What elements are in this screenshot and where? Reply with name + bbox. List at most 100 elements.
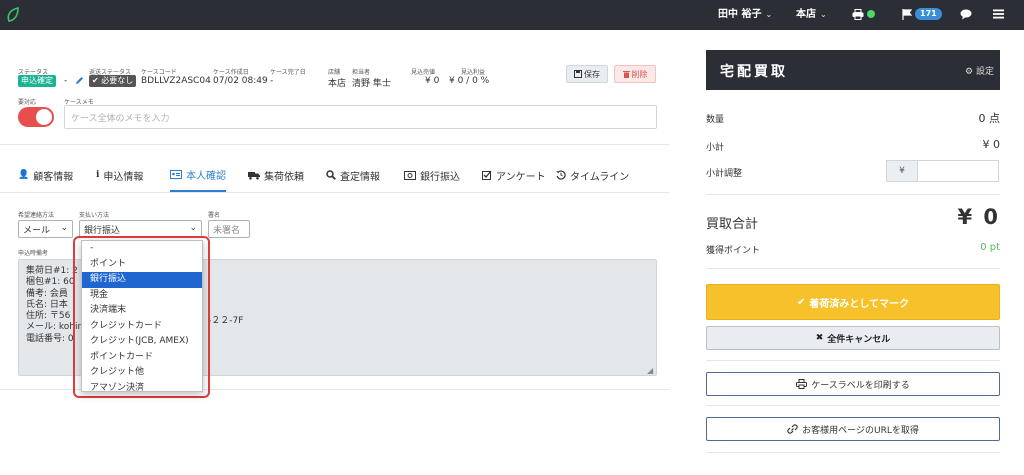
contact-status-badge[interactable]: ✔ 必要なし xyxy=(89,75,137,87)
id-card-icon xyxy=(170,169,182,179)
leaf-logo-icon[interactable] xyxy=(6,7,20,23)
payment-method-options: - ポイント 銀行振込 現金 決済端末 クレジットカード クレジット(JCB, … xyxy=(81,240,203,393)
tab-label: 顧客情報 xyxy=(33,171,74,183)
subtotal-label: 小計 xyxy=(706,143,725,153)
divider xyxy=(706,360,1000,361)
tab-bank-transfer[interactable]: 銀行振込 xyxy=(404,158,460,192)
option-points[interactable]: ポイント xyxy=(82,257,202,273)
status-separator: - xyxy=(64,76,68,86)
delete-button[interactable]: 削除 xyxy=(614,65,656,83)
tabs-divider xyxy=(0,192,669,193)
est-profit-label: 見込利益 xyxy=(461,69,486,76)
option-credit-other[interactable]: クレジット他 xyxy=(82,365,202,381)
get-customer-url-button[interactable]: お客様用ページのURLを取得 xyxy=(706,417,1000,441)
check-icon: ✔ xyxy=(92,76,99,85)
option-payment-terminal[interactable]: 決済端末 xyxy=(82,303,202,319)
est-sales-value: ¥ 0 xyxy=(425,76,440,86)
history-icon xyxy=(556,170,566,180)
status-badge[interactable]: 申込確定 xyxy=(18,75,56,87)
urgent-toggle[interactable] xyxy=(18,107,54,127)
notifications[interactable]: 171 xyxy=(902,8,942,22)
est-sales-label: 見込売値 xyxy=(411,69,436,76)
chat-button[interactable] xyxy=(960,8,972,22)
option-credit-jcb-amex[interactable]: クレジット(JCB, AMEX) xyxy=(82,334,202,350)
tab-label: タイムライン xyxy=(570,171,630,183)
tab-appraisal-info[interactable]: 査定情報 xyxy=(326,158,380,192)
notification-badge: 171 xyxy=(915,8,942,20)
tab-application-info[interactable]: i 申込情報 xyxy=(96,158,143,192)
total-value: ¥ 0 xyxy=(957,205,1000,229)
toggle-knob xyxy=(36,109,52,125)
store-label: 店舗 xyxy=(328,69,341,76)
store-menu[interactable]: 本店 ⌄ xyxy=(796,8,827,22)
chat-icon xyxy=(960,9,972,19)
divider xyxy=(706,268,1000,269)
tab-label: 査定情報 xyxy=(340,171,380,183)
contact-method-value: メール xyxy=(23,226,51,236)
contact-method-label: 希望連絡方法 xyxy=(18,212,55,219)
resize-handle-icon[interactable]: ◢ xyxy=(647,366,653,375)
settings-label: 設定 xyxy=(975,67,994,77)
payment-method-value: 銀行振込 xyxy=(84,226,121,236)
tab-pickup-request[interactable]: 集荷依頼 xyxy=(248,158,304,192)
tab-bar: 👤 顧客情報 i 申込情報 本人確認 集荷依頼 査定情報 銀行振込 アンケート … xyxy=(10,158,669,192)
info-icon: i xyxy=(96,170,100,180)
contact-method-select[interactable]: メール ⌄ xyxy=(18,220,73,238)
case-code-value: BDLLVZ2ASC04 xyxy=(141,76,211,86)
status-dot xyxy=(867,10,875,18)
divider xyxy=(706,452,1000,453)
sign-status[interactable]: 未署名 xyxy=(208,220,250,238)
sign-label: 署名 xyxy=(208,212,221,219)
completed-value: - xyxy=(270,76,274,86)
close-icon: ✖ xyxy=(815,333,824,343)
adjust-label: 小計調整 xyxy=(706,169,743,179)
printer-icon xyxy=(852,8,864,20)
cancel-all-button[interactable]: ✖ 全件キャンセル xyxy=(706,326,1000,350)
case-memo-input[interactable] xyxy=(64,105,657,129)
floppy-disk-icon xyxy=(574,70,582,78)
option-amazon-pay[interactable]: アマゾン決済 xyxy=(82,381,202,397)
option-none[interactable]: - xyxy=(82,241,202,257)
printer-status[interactable] xyxy=(852,8,875,22)
option-bank-transfer[interactable]: 銀行振込 xyxy=(82,272,202,288)
divider xyxy=(706,405,1000,406)
total-label: 買取合計 xyxy=(706,217,759,232)
print-case-label-button[interactable]: ケースラベルを印刷する xyxy=(706,372,1000,396)
tab-label: 銀行振込 xyxy=(420,171,460,183)
print-label-text: ケースラベルを印刷する xyxy=(811,380,910,391)
subtotal-adjust-input[interactable] xyxy=(917,160,999,182)
save-label: 保存 xyxy=(584,69,600,79)
chevron-down-icon: ⌄ xyxy=(60,223,68,233)
pencil-icon[interactable] xyxy=(75,76,84,85)
store-value: 本店 xyxy=(328,79,347,89)
get-url-text: お客様用ページのURLを取得 xyxy=(802,425,919,436)
divider xyxy=(706,194,1000,195)
save-button[interactable]: 保存 xyxy=(566,65,608,83)
est-profit-value: ¥ 0 / 0 % xyxy=(449,76,490,86)
tab-label: 申込情報 xyxy=(103,171,144,183)
hamburger-menu[interactable] xyxy=(993,8,1004,22)
settings-button[interactable]: ⚙ 設定 xyxy=(965,64,994,77)
tab-timeline[interactable]: タイムライン xyxy=(556,158,629,192)
tab-label: 集荷依頼 xyxy=(264,171,304,183)
tab-label: アンケート xyxy=(496,171,546,183)
chevron-down-icon: ⌄ xyxy=(189,223,197,233)
purchase-panel-header: 宅配買取 ⚙ 設定 xyxy=(706,50,1000,90)
tab-survey[interactable]: アンケート xyxy=(482,158,546,192)
tab-customer-info[interactable]: 👤 顧客情報 xyxy=(18,158,73,192)
created-label: ケース作成日 xyxy=(213,69,249,76)
mark-arrived-button[interactable]: ✔ 着荷済みとしてマーク xyxy=(706,284,1000,320)
option-cash[interactable]: 現金 xyxy=(82,288,202,304)
user-menu[interactable]: 田中 裕子 ⌄ xyxy=(718,8,772,22)
trash-icon xyxy=(622,71,630,78)
completed-label: ケース完了日 xyxy=(270,69,306,76)
payment-method-label: 支払い方法 xyxy=(79,212,110,219)
cancel-all-label: 全件キャンセル xyxy=(827,334,891,345)
staff-value[interactable]: 清野 隼士 xyxy=(352,76,391,89)
store-name: 本店 xyxy=(796,9,816,20)
option-credit-card[interactable]: クレジットカード xyxy=(82,319,202,335)
printer-icon xyxy=(796,379,808,389)
qty-label: 数量 xyxy=(706,115,725,125)
tab-identity-check[interactable]: 本人確認 xyxy=(170,158,226,192)
option-point-card[interactable]: ポイントカード xyxy=(82,350,202,366)
